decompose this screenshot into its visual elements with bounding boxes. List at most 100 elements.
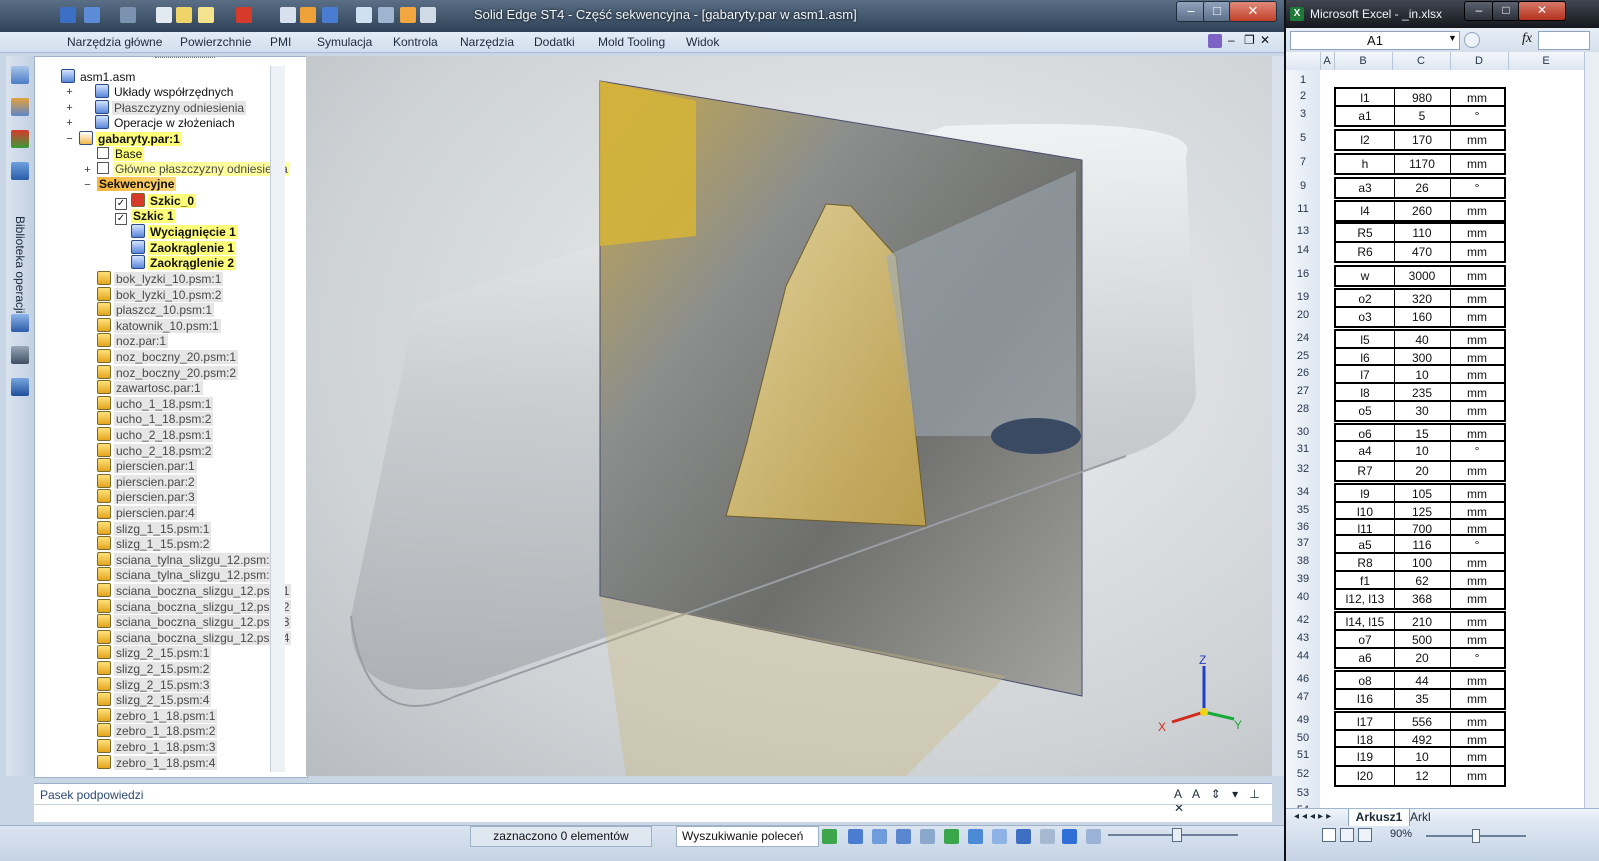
unit-cell[interactable]: ° (1450, 107, 1504, 125)
tree-part-occurrence[interactable]: slizg_2_15.psm:3 (97, 676, 212, 692)
page-layout-icon[interactable] (1340, 828, 1354, 842)
unit-cell[interactable]: mm (1450, 308, 1504, 326)
unit-cell[interactable]: mm (1450, 224, 1504, 242)
tree-part-gabaryty[interactable]: gabaryty.par:1 (79, 131, 182, 146)
tab-inspect[interactable]: Kontrola (393, 35, 438, 49)
rotate-icon[interactable] (944, 829, 959, 844)
tree-coordinate-systems[interactable]: Układy współrzędnych (95, 84, 235, 99)
row-header[interactable]: 37 (1286, 537, 1320, 549)
tree-part-occurrence[interactable]: sciana_boczna_slizgu_12.psm:2 (97, 598, 292, 614)
tree-feature-szkic0[interactable]: ✓ Szkic_0 (115, 193, 197, 210)
pan-icon[interactable] (920, 829, 935, 844)
column-header[interactable]: E (1508, 52, 1584, 70)
param-name-cell[interactable]: R7 (1336, 462, 1395, 480)
unit-cell[interactable]: mm (1450, 243, 1504, 261)
close-doc-icon[interactable] (236, 7, 252, 23)
tree-part-occurrence[interactable]: noz.par:1 (97, 333, 169, 349)
row-header[interactable]: 19 (1286, 291, 1320, 303)
render-icon[interactable] (300, 7, 316, 23)
tree-assembly-features[interactable]: Operacje w złożeniach (95, 115, 237, 130)
tab-simulation[interactable]: Symulacja (317, 35, 372, 49)
row-header[interactable]: 20 (1286, 309, 1320, 321)
close-button[interactable]: ✕ (1229, 1, 1277, 22)
tab-mold-tooling[interactable]: Mold Tooling (598, 35, 665, 49)
tree-part-occurrence[interactable]: zebro_1_18.psm:3 (97, 739, 218, 754)
select-all-corner[interactable] (1286, 52, 1321, 70)
tree-part-occurrence[interactable]: slizg_2_15.psm:2 (97, 661, 212, 676)
row-header[interactable]: 16 (1286, 268, 1320, 280)
formula-input[interactable] (1538, 31, 1590, 50)
param-value-cell[interactable]: 110 (1394, 224, 1451, 242)
unit-cell[interactable]: ° (1450, 179, 1504, 197)
tree-feature-round2[interactable]: Zaokrąglenie 2 (131, 255, 237, 270)
pointer-icon[interactable] (198, 7, 214, 23)
chevron-down-icon[interactable]: ▼ (1448, 33, 1457, 43)
param-value-cell[interactable]: 170 (1394, 131, 1451, 149)
function-wizard-icon[interactable] (1464, 32, 1480, 48)
row-header[interactable]: 46 (1286, 673, 1320, 685)
row-header[interactable]: 47 (1286, 691, 1320, 703)
row-header[interactable]: 50 (1286, 732, 1320, 744)
row-header[interactable]: 1 (1286, 74, 1320, 86)
prompt-bar-controls[interactable]: A A ⇕ ▾ ⊥ ✕ (1174, 787, 1272, 815)
save-icon[interactable] (60, 7, 76, 23)
zoom-level[interactable]: 90% (1390, 828, 1412, 840)
sheet-tab-next[interactable]: Arkl (1410, 810, 1431, 824)
row-header[interactable]: 14 (1286, 244, 1320, 256)
excel-vertical-scrollbar[interactable] (1584, 52, 1599, 808)
unit-cell[interactable]: ° (1450, 649, 1504, 667)
unit-cell[interactable]: mm (1450, 267, 1504, 285)
tree-part-occurrence[interactable]: ucho_2_18.psm:1 (97, 427, 214, 442)
row-header[interactable]: 11 (1286, 203, 1320, 215)
param-value-cell[interactable]: 10 (1394, 748, 1451, 766)
expand-icon[interactable]: + (65, 103, 74, 114)
param-name-cell[interactable]: o3 (1336, 308, 1395, 326)
tools-icon[interactable] (400, 7, 416, 23)
param-name-cell[interactable]: l12, l13 (1336, 590, 1395, 608)
row-header[interactable]: 9 (1286, 180, 1320, 192)
tree-part-occurrence[interactable]: zawartosc.par:1 (97, 380, 203, 396)
column-header[interactable]: D (1450, 52, 1509, 70)
param-name-cell[interactable]: h (1336, 155, 1395, 173)
maximize-button[interactable]: □ (1203, 1, 1231, 22)
sheet-tab-arkusz1[interactable]: Arkusz1 (1348, 809, 1410, 827)
tree-part-occurrence[interactable]: noz_boczny_20.psm:2 (97, 364, 239, 380)
tree-part-occurrence[interactable]: zebro_1_18.psm:2 (97, 723, 218, 739)
fx-icon[interactable]: fx (1522, 31, 1532, 47)
doc-restore-button[interactable]: ❐ (1244, 33, 1255, 47)
row-header[interactable]: 5 (1286, 132, 1320, 144)
layers-icon[interactable] (11, 98, 29, 116)
row-header[interactable]: 40 (1286, 591, 1320, 603)
row-header[interactable]: 2 (1286, 90, 1320, 102)
refresh-icon[interactable] (822, 829, 837, 844)
panel-grip[interactable] (155, 57, 215, 64)
param-value-cell[interactable]: 5 (1394, 107, 1451, 125)
normal-view-icon[interactable] (1322, 828, 1336, 842)
param-name-cell[interactable]: l19 (1336, 748, 1395, 766)
sketch-icon[interactable] (356, 7, 372, 23)
tree-part-occurrence[interactable]: ucho_1_18.psm:2 (97, 411, 214, 427)
viewport-scrollbar[interactable] (1272, 56, 1284, 776)
settings-icon[interactable] (11, 378, 29, 396)
tree-part-occurrence[interactable]: pierscien.par:3 (97, 489, 197, 505)
views-icon[interactable] (1016, 829, 1031, 844)
tree-part-occurrence[interactable]: pierscien.par:4 (97, 505, 197, 520)
param-value-cell[interactable]: 20 (1394, 462, 1451, 480)
row-header[interactable]: 38 (1286, 555, 1320, 567)
row-header[interactable]: 49 (1286, 714, 1320, 726)
tree-part-occurrence[interactable]: slizg_1_15.psm:2 (97, 536, 212, 552)
row-header[interactable]: 35 (1286, 504, 1320, 516)
shading-icon[interactable] (1040, 829, 1055, 844)
param-name-cell[interactable]: a6 (1336, 649, 1395, 667)
tab-addins[interactable]: Dodatki (534, 35, 575, 49)
unit-cell[interactable]: mm (1450, 202, 1504, 220)
param-value-cell[interactable]: 470 (1394, 243, 1451, 261)
excel-close-button[interactable]: ✕ (1518, 1, 1566, 21)
row-header[interactable]: 30 (1286, 426, 1320, 438)
row-header[interactable]: 32 (1286, 463, 1320, 475)
tree-part-occurrence[interactable]: bok_lyzki_10.psm:1 (97, 271, 224, 286)
fit-icon[interactable] (896, 829, 911, 844)
page-break-icon[interactable] (1358, 828, 1372, 842)
tree-feature-extrude[interactable]: Wyciągnięcie 1 (131, 224, 238, 239)
checkbox-checked[interactable]: ✓ (115, 213, 127, 225)
